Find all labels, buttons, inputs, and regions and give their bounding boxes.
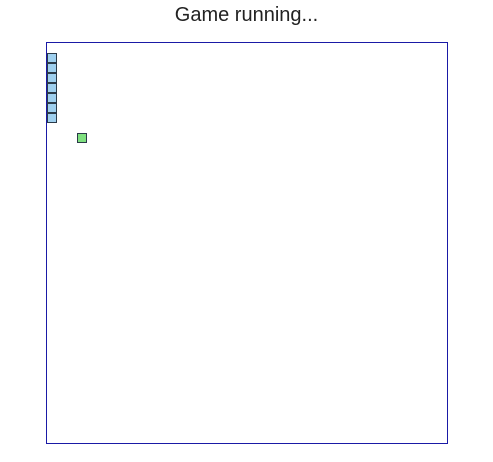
snake-segment (47, 93, 57, 103)
snake-segment (47, 103, 57, 113)
game-board[interactable] (46, 42, 448, 444)
snake-segment (47, 83, 57, 93)
snake-segment (47, 73, 57, 83)
snake-segment (47, 113, 57, 123)
snake-head (47, 53, 57, 63)
game-status: Game running... (174, 4, 319, 26)
food-pellet (77, 133, 87, 143)
snake-segment (47, 63, 57, 73)
